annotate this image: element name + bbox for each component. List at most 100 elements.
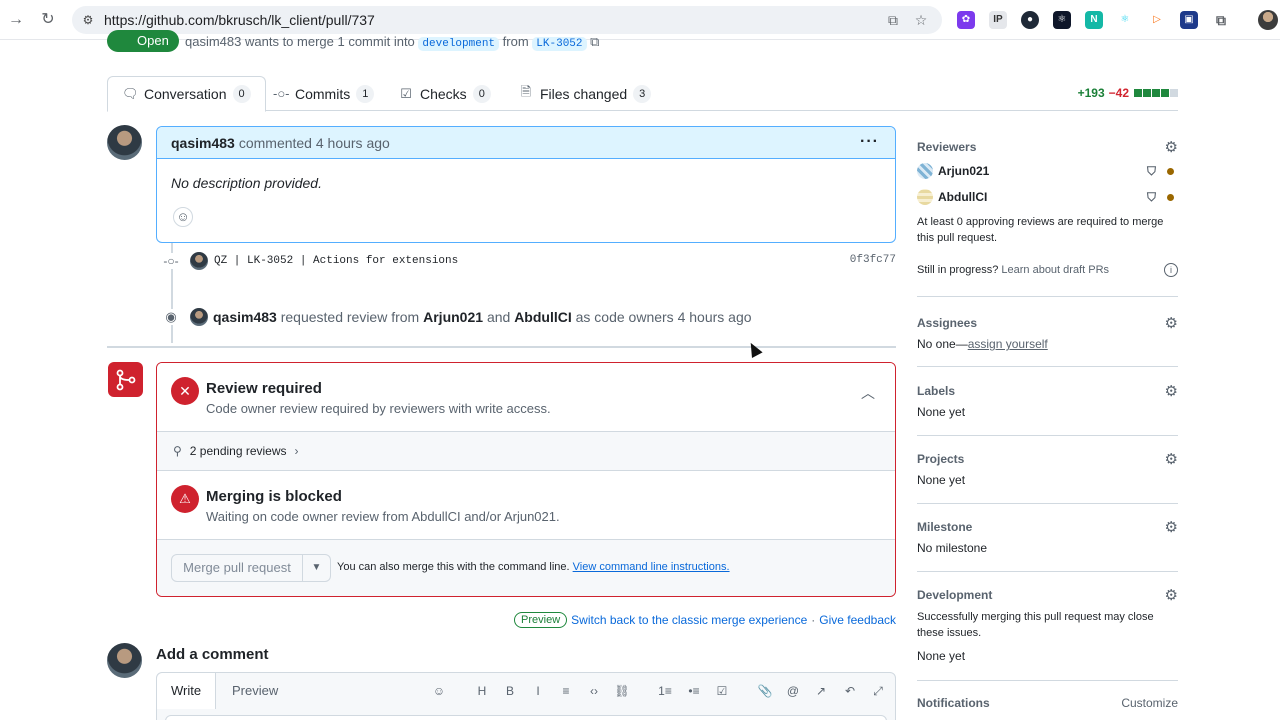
give-feedback-link[interactable]: Give feedback [819,613,896,627]
comment-author-avatar[interactable] [107,125,142,160]
comment-textarea[interactable] [165,715,887,720]
unordered-list-icon[interactable]: •≡ [684,681,704,701]
merge-pull-request-button[interactable]: Merge pull request [171,554,303,582]
copilot-icon[interactable]: ☺ [429,681,449,701]
chevron-up-icon[interactable]: ︿ [861,383,875,403]
quote-icon[interactable]: ≡ [556,681,576,701]
task-list-icon[interactable]: ☑ [712,681,732,701]
install-app-icon[interactable]: ⧉ [884,11,902,29]
tab-write[interactable]: Write [157,673,217,709]
review-required-section[interactable]: ✕ Review required Code owner review requ… [157,363,895,431]
profile-avatar[interactable] [1258,10,1278,30]
bold-icon[interactable]: B [500,681,520,701]
checklist-icon: ☑ [400,85,412,101]
gear-icon[interactable]: ⚙ [1165,314,1178,334]
reference-icon[interactable]: ↗ [811,681,831,701]
command-line-instructions-link[interactable]: View command line instructions. [573,561,730,573]
gear-icon[interactable]: ⚙ [1165,450,1178,470]
extension-puzzle-purple-icon[interactable]: ✿ [957,11,975,29]
reviewers-heading[interactable]: Reviewers ⚙ [917,137,1178,157]
extension-play-icon[interactable]: ▷ [1148,11,1166,29]
undo-icon[interactable]: ↶ [840,681,860,701]
event-actor[interactable]: qasim483 [213,309,277,325]
pr-tabs: 🗨 Conversation 0 -○- Commits 1 ☑ Checks … [107,76,1178,112]
gear-icon[interactable]: ⚙ [1165,518,1178,538]
head-branch[interactable]: LK-3052 [532,37,587,51]
reviewer-name[interactable]: AbdullCI [938,190,987,204]
fullscreen-icon[interactable]: ⤢ [868,681,888,701]
commit-icon: -○- [163,253,179,269]
merge-experience-row: Preview Switch back to the classic merge… [514,612,896,628]
commit-sha[interactable]: 0f3fc77 [850,254,896,266]
commit-message[interactable]: QZ | LK-3052 | Actions for extensions [214,255,458,267]
merge-method-dropdown-icon[interactable]: ▼ [303,554,331,582]
labels-heading[interactable]: Labels ⚙ [917,381,1178,401]
classic-merge-link[interactable]: Switch back to the classic merge experie… [571,613,807,627]
bookmark-star-icon[interactable]: ☆ [912,11,930,29]
mouse-cursor [745,340,763,358]
reload-icon[interactable]: ↻ [38,10,58,30]
add-reaction-icon[interactable]: ☺ [173,207,193,227]
comment-author[interactable]: qasim483 [171,135,235,151]
extension-n-icon[interactable]: N [1085,11,1103,29]
extension-box-icon[interactable]: ▣ [1180,11,1198,29]
pr-author[interactable]: qasim483 [185,34,241,49]
mention-icon[interactable]: @ [783,681,803,701]
reviewer-name[interactable]: Arjun021 [938,164,989,178]
tab-label: Files changed [540,85,628,102]
gear-icon[interactable]: ⚙ [1165,586,1178,606]
attach-icon[interactable]: 📎 [755,681,775,701]
tab-commits[interactable]: -○- Commits 1 [259,76,388,111]
extension-ip-icon[interactable]: IP [989,11,1007,29]
heading-icon[interactable]: H [472,681,492,701]
actor-avatar[interactable] [190,308,208,326]
current-user-avatar[interactable] [107,643,142,678]
tab-preview[interactable]: Preview [218,673,292,709]
link-icon[interactable]: ⛓ [612,681,632,701]
gear-icon[interactable]: ⚙ [1165,382,1178,402]
reviewer-item[interactable]: AbdullCI ⛉ [917,184,1178,210]
sidebar-divider [917,435,1178,436]
forward-icon[interactable]: → [6,10,26,30]
event-reviewer-2[interactable]: AbdullCI [514,309,572,325]
extension-react-icon[interactable]: ⚛ [1053,11,1071,29]
extension-circle-icon[interactable]: ● [1021,11,1039,29]
reviewer-avatar [917,163,933,179]
extensions-menu-icon[interactable]: ⧉ [1212,11,1230,29]
italic-icon[interactable]: I [528,681,548,701]
milestone-value: No milestone [917,541,988,555]
site-settings-icon[interactable]: ⚙ [80,12,96,28]
merging-blocked-section: ⚠ Merging is blocked Waiting on code own… [157,471,895,540]
reviewer-avatar [917,189,933,205]
assignees-heading[interactable]: Assignees ⚙ [917,313,1178,333]
code-icon[interactable]: ‹› [584,681,604,701]
copy-branch-icon[interactable]: ⧉ [590,34,599,49]
projects-heading[interactable]: Projects ⚙ [917,449,1178,469]
pr-meta: qasim483 wants to merge 1 commit into de… [185,34,599,51]
extension-atom-icon[interactable]: ⚛ [1116,11,1134,29]
tab-conversation[interactable]: 🗨 Conversation 0 [107,76,266,112]
draft-prs-link[interactable]: Learn about draft PRs [1001,264,1109,276]
assignees-title: Assignees [917,316,978,330]
event-reviewer-1[interactable]: Arjun021 [423,309,483,325]
commit-author-avatar[interactable] [190,252,208,270]
url-text[interactable]: https://github.com/bkrusch/lk_client/pul… [104,12,375,28]
gear-icon[interactable]: ⚙ [1165,138,1178,158]
base-branch[interactable]: development [418,37,500,51]
customize-link[interactable]: Customize [1121,693,1178,713]
development-heading[interactable]: Development ⚙ [917,585,1178,605]
pr-from-text: from [502,34,529,49]
comment-header: qasim483 commented 4 hours ago ··· [157,127,895,159]
assign-yourself-link[interactable]: assign yourself [968,337,1048,351]
tab-files-changed[interactable]: 🗎 Files changed 3 [504,76,665,111]
comment-timestamp[interactable]: commented 4 hours ago [239,135,390,151]
tab-checks[interactable]: ☑ Checks 0 [384,76,505,111]
address-bar[interactable]: ⚙ https://github.com/bkrusch/lk_client/p… [72,6,942,34]
milestone-heading[interactable]: Milestone ⚙ [917,517,1178,537]
info-icon[interactable]: i [1164,263,1178,277]
pending-reviews-row[interactable]: ⚲ 2 pending reviews › [157,431,895,471]
ordered-list-icon[interactable]: 1≡ [655,681,675,701]
kebab-menu-icon[interactable]: ··· [860,133,879,151]
reviewer-item[interactable]: Arjun021 ⛉ [917,158,1178,184]
git-merge-icon [108,362,143,397]
